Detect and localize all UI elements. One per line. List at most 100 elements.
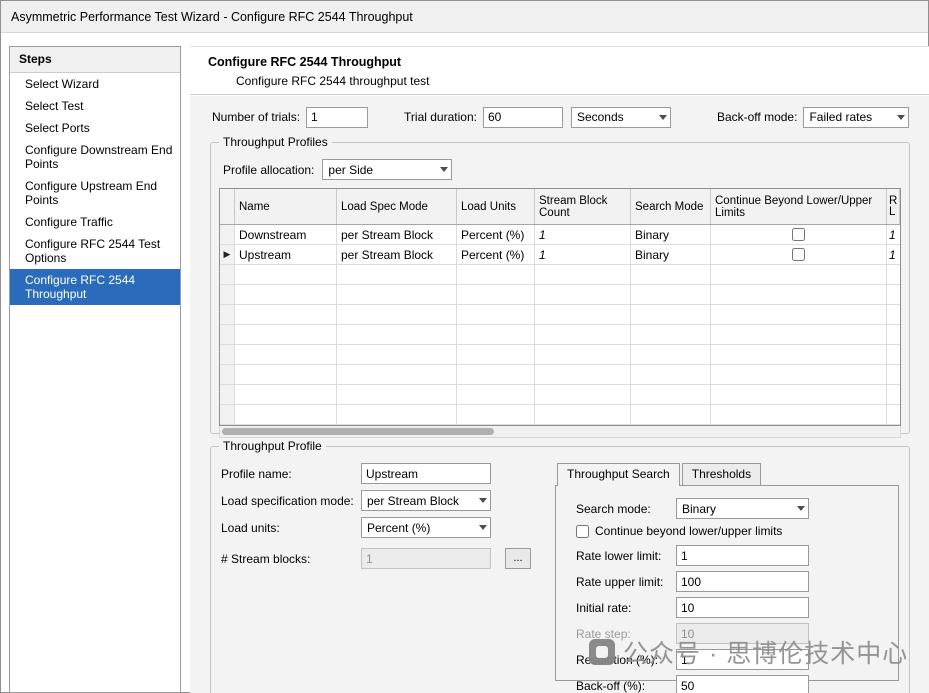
number-of-trials-input[interactable] <box>306 107 368 128</box>
load-spec-mode-select[interactable]: per Stream Block <box>361 490 491 511</box>
table-cell-empty <box>631 385 711 404</box>
cell-load-spec-mode[interactable]: per Stream Block <box>337 225 457 244</box>
backoff-percent-input[interactable] <box>676 675 809 693</box>
profile-name-input[interactable] <box>361 463 491 484</box>
continue-beyond-checkbox[interactable] <box>792 228 805 241</box>
continue-beyond-checkbox[interactable] <box>792 248 805 261</box>
cell-load-units[interactable]: Percent (%) <box>457 225 535 244</box>
table-cell-empty <box>535 285 631 304</box>
table-row-empty[interactable] <box>220 365 900 385</box>
table-cell-empty <box>337 325 457 344</box>
table-cell-empty <box>235 385 337 404</box>
continue-beyond-limits-label: Continue beyond lower/upper limits <box>595 524 782 538</box>
table-cell-empty <box>887 385 900 404</box>
col-name[interactable]: Name <box>235 189 337 224</box>
cell-stream-block-count[interactable]: 1 <box>535 245 631 264</box>
step-select-wizard[interactable]: Select Wizard <box>10 73 180 95</box>
table-cell-empty <box>457 365 535 384</box>
profiles-table: Name Load Spec Mode Load Units Stream Bl… <box>219 188 901 426</box>
load-units-label: Load units: <box>221 521 361 535</box>
stream-blocks-browse-button[interactable]: ... <box>505 548 531 569</box>
page-title: Configure RFC 2544 Throughput <box>208 55 912 69</box>
table-row-empty[interactable] <box>220 385 900 405</box>
profile-allocation-select[interactable]: per Side <box>322 159 452 180</box>
table-cell-empty <box>337 385 457 404</box>
table-cell-empty <box>711 405 887 424</box>
cell-load-spec-mode[interactable]: per Stream Block <box>337 245 457 264</box>
load-units-select[interactable]: Percent (%) <box>361 517 491 538</box>
table-row-empty[interactable] <box>220 405 900 425</box>
table-row-empty[interactable] <box>220 305 900 325</box>
row-selector[interactable] <box>220 225 235 244</box>
table-cell-empty <box>457 385 535 404</box>
col-search-mode[interactable]: Search Mode <box>631 189 711 224</box>
table-row-empty[interactable] <box>220 325 900 345</box>
table-row-upstream[interactable]: ▶ Upstream per Stream Block Percent (%) … <box>220 245 900 265</box>
cell-rate-lower[interactable]: 1 <box>887 245 900 264</box>
step-configure-downstream-end-points[interactable]: Configure Downstream End Points <box>10 139 180 175</box>
col-load-units[interactable]: Load Units <box>457 189 535 224</box>
resolution-input[interactable] <box>676 649 809 670</box>
dropdown-arrow-icon <box>659 115 667 120</box>
steps-panel: Steps Select Wizard Select Test Select P… <box>9 46 181 693</box>
profile-fields: Profile name: Load specification mode: p… <box>221 463 543 681</box>
stream-blocks-input[interactable] <box>361 548 491 569</box>
throughput-profiles-group: Throughput Profiles Profile allocation: … <box>210 142 910 434</box>
page-subtitle: Configure RFC 2544 throughput test <box>236 74 912 88</box>
cell-name[interactable]: Downstream <box>235 225 337 244</box>
trial-duration-unit-select[interactable]: Seconds <box>571 107 671 128</box>
horizontal-scrollbar-thumb[interactable] <box>222 428 494 435</box>
table-cell-empty <box>887 345 900 364</box>
rate-lower-limit-input[interactable] <box>676 545 809 566</box>
table-cell-empty <box>337 365 457 384</box>
profile-name-label: Profile name: <box>221 467 361 481</box>
trial-duration-input[interactable] <box>483 107 563 128</box>
tab-thresholds[interactable]: Thresholds <box>682 463 761 485</box>
rate-upper-limit-input[interactable] <box>676 571 809 592</box>
col-rate-lower-partial[interactable]: R L <box>887 189 900 224</box>
initial-rate-input[interactable] <box>676 597 809 618</box>
current-row-indicator[interactable]: ▶ <box>220 245 235 264</box>
step-select-test[interactable]: Select Test <box>10 95 180 117</box>
table-cell-empty <box>711 385 887 404</box>
stream-blocks-label: # Stream blocks: <box>221 552 361 566</box>
table-cell-empty <box>887 285 900 304</box>
cell-name[interactable]: Upstream <box>235 245 337 264</box>
continue-beyond-limits-checkbox[interactable] <box>576 525 589 538</box>
search-mode-select[interactable]: Binary <box>676 498 809 519</box>
col-stream-block-count[interactable]: Stream Block Count <box>535 189 631 224</box>
table-row-empty[interactable] <box>220 345 900 365</box>
cell-rate-lower[interactable]: 1 <box>887 225 900 244</box>
table-row-empty[interactable] <box>220 265 900 285</box>
table-cell-empty <box>337 305 457 324</box>
table-cell-empty <box>631 305 711 324</box>
step-configure-rfc2544-test-options[interactable]: Configure RFC 2544 Test Options <box>10 233 180 269</box>
table-cell-empty <box>711 325 887 344</box>
tab-throughput-search[interactable]: Throughput Search <box>557 463 680 486</box>
horizontal-scrollbar[interactable] <box>219 426 901 438</box>
load-spec-mode-label: Load specification mode: <box>221 494 361 508</box>
step-select-ports[interactable]: Select Ports <box>10 117 180 139</box>
table-cell-empty <box>711 345 887 364</box>
dropdown-arrow-icon <box>479 498 487 503</box>
backoff-mode-select[interactable]: Failed rates <box>803 107 909 128</box>
col-load-spec-mode[interactable]: Load Spec Mode <box>337 189 457 224</box>
table-cell-empty <box>631 345 711 364</box>
cell-search-mode[interactable]: Binary <box>631 225 711 244</box>
step-configure-rfc2544-throughput[interactable]: Configure RFC 2544 Throughput <box>10 269 180 305</box>
cell-search-mode[interactable]: Binary <box>631 245 711 264</box>
table-row-downstream[interactable]: Downstream per Stream Block Percent (%) … <box>220 225 900 245</box>
step-configure-upstream-end-points[interactable]: Configure Upstream End Points <box>10 175 180 211</box>
main-panel: Configure RFC 2544 Throughput Configure … <box>190 46 929 693</box>
col-continue-beyond-limits[interactable]: Continue Beyond Lower/Upper Limits <box>711 189 887 224</box>
table-cell-empty <box>457 325 535 344</box>
rate-upper-limit-label: Rate upper limit: <box>576 575 676 589</box>
table-cell-empty <box>631 405 711 424</box>
table-row-empty[interactable] <box>220 285 900 305</box>
row-selector <box>220 265 235 284</box>
row-selector <box>220 345 235 364</box>
step-configure-traffic[interactable]: Configure Traffic <box>10 211 180 233</box>
cell-stream-block-count[interactable]: 1 <box>535 225 631 244</box>
table-cell-empty <box>337 265 457 284</box>
cell-load-units[interactable]: Percent (%) <box>457 245 535 264</box>
